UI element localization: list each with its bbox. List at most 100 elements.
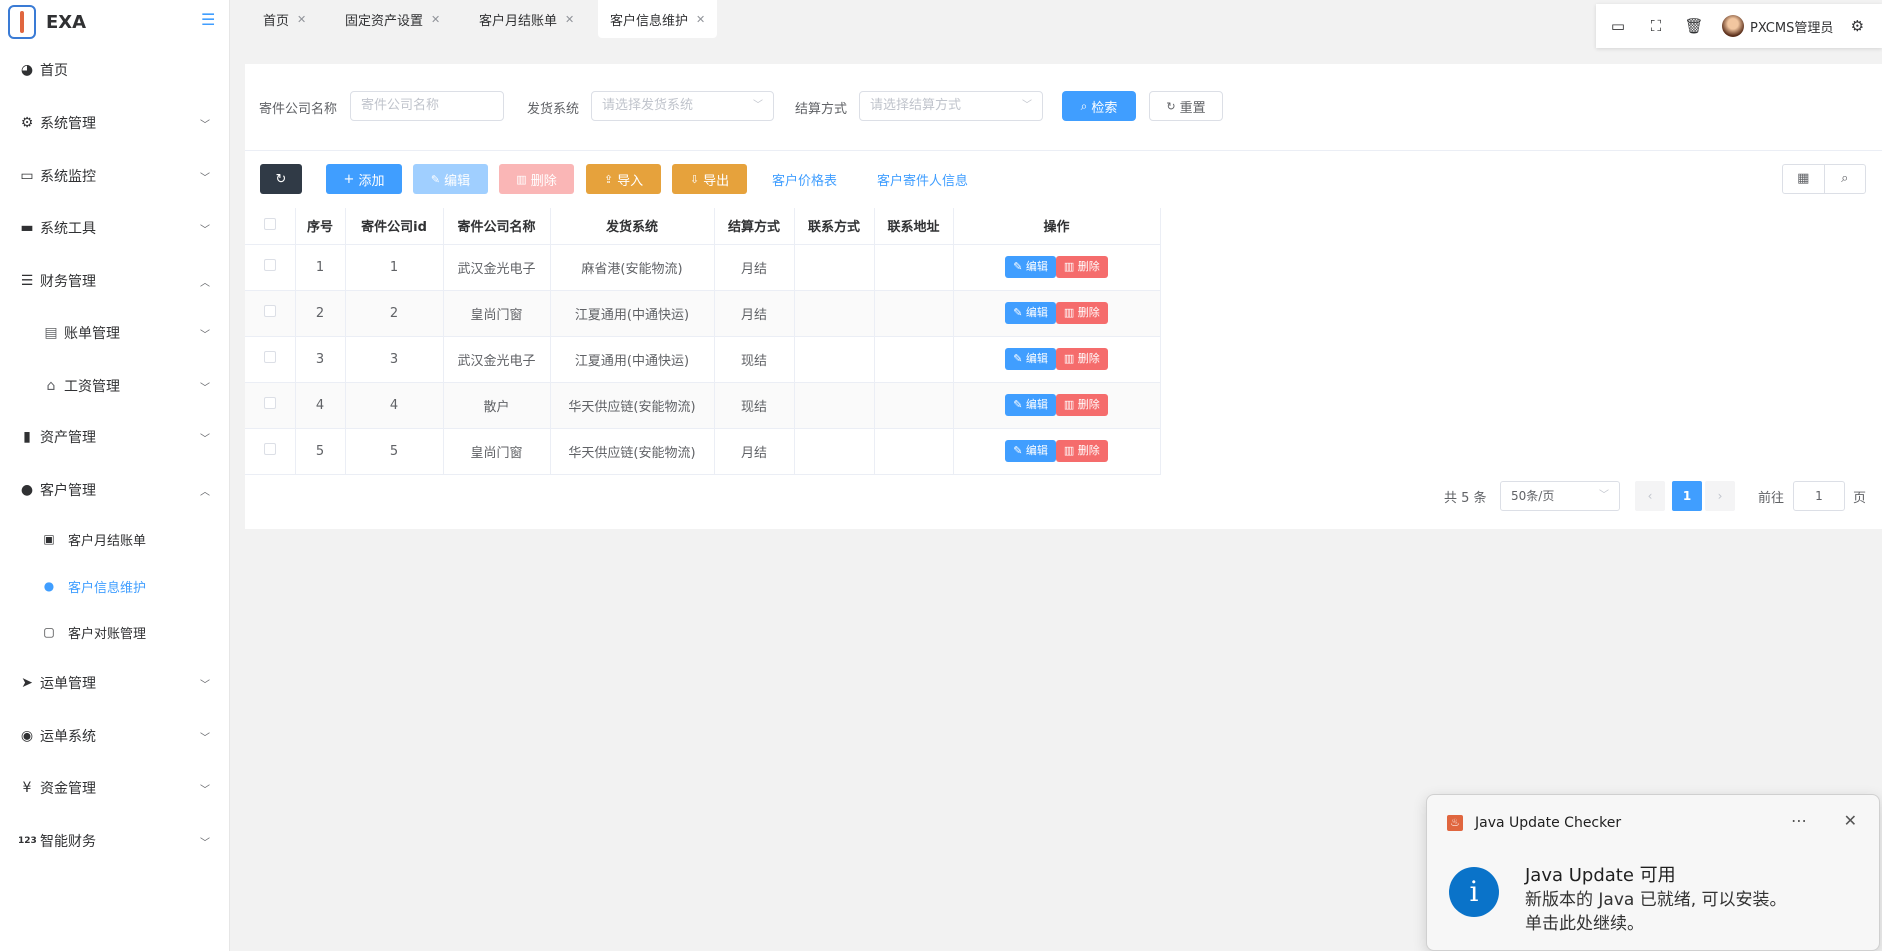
close-icon[interactable]: ✕ [565, 13, 574, 26]
row-delete-button[interactable]: ▥ 删除 [1055, 302, 1108, 324]
goto-page-input[interactable]: 1 [1793, 481, 1845, 511]
edit-button[interactable]: ✎ 编辑 [413, 164, 488, 194]
column-header[interactable]: 序号 [295, 208, 346, 245]
close-icon[interactable]: ✕ [297, 13, 306, 26]
yen-icon: ¥ [22, 780, 32, 796]
table-row[interactable]: 2 2 皇尚门窗 江夏通用(中通快运) 月结 ✎ 编辑 ▥ 删除 [245, 290, 1161, 337]
cell: 4 [295, 382, 346, 429]
column-header[interactable]: 联系地址 [874, 208, 954, 245]
column-header: 操作 [953, 208, 1161, 245]
checkbox[interactable] [263, 305, 276, 317]
row-edit-button[interactable]: ✎ 编辑 [1005, 256, 1056, 278]
tab-monthly-bill[interactable]: 客户月结账单 ✕ [467, 0, 586, 38]
menu-system-management[interactable]: ⚙ 系统管理 ﹀ [0, 97, 230, 149]
row-delete-button[interactable]: ▥ 删除 [1055, 394, 1108, 416]
column-header[interactable]: 发货系统 [550, 208, 715, 245]
grid-icon[interactable]: ▦ [1783, 165, 1825, 193]
menu-salary-management[interactable]: ⌂ 工资管理 ﹀ [0, 360, 230, 412]
delete-button[interactable]: ▥ 删除 [499, 164, 574, 194]
row-edit-button[interactable]: ✎ 编辑 [1005, 394, 1056, 416]
row-checkbox-cell[interactable] [245, 382, 296, 429]
menu-waybill-management[interactable]: ➤ 运单管理 ﹀ [0, 657, 230, 709]
menu-finance[interactable]: ☰ 财务管理 ︿ [0, 255, 230, 307]
page-size-select[interactable]: 50条/页 ﹀ [1500, 481, 1620, 511]
settings-icon[interactable]: ⚙ [1847, 16, 1867, 36]
cell: 散户 [443, 382, 551, 429]
row-edit-button[interactable]: ✎ 编辑 [1005, 302, 1056, 324]
collapse-sidebar-icon[interactable]: ☰ [201, 12, 219, 28]
row-edit-button[interactable]: ✎ 编辑 [1005, 348, 1056, 370]
import-button[interactable]: ⇪ 导入 [586, 164, 661, 194]
menu-waybill-system[interactable]: ◉ 运单系统 ﹀ [0, 710, 230, 762]
search-button[interactable]: ⌕ 检索 [1062, 91, 1136, 121]
row-delete-button[interactable]: ▥ 删除 [1055, 348, 1108, 370]
table-row[interactable]: 5 5 皇尚门窗 华天供应链(安能物流) 月结 ✎ 编辑 ▥ 删除 [245, 428, 1161, 475]
tab-fixed-assets[interactable]: 固定资产设置 ✕ [333, 0, 452, 38]
sender-info-link[interactable]: 客户寄件人信息 [877, 170, 968, 189]
column-header[interactable]: 结算方式 [714, 208, 795, 245]
table-row[interactable]: 4 4 散户 华天供应链(安能物流) 现结 ✎ 编辑 ▥ 删除 [245, 382, 1161, 429]
menu-system-tools[interactable]: ▬ 系统工具 ﹀ [0, 202, 230, 254]
more-options-icon[interactable]: ⋯ [1791, 811, 1807, 830]
chevron-down-icon: ﹀ [200, 837, 210, 849]
checkbox[interactable] [263, 443, 276, 455]
row-delete-button[interactable]: ▥ 删除 [1055, 256, 1108, 278]
column-header[interactable]: 寄件公司名称 [443, 208, 551, 245]
menu-bill-management[interactable]: ▤ 账单管理 ﹀ [0, 307, 230, 359]
reset-button[interactable]: ↻ 重置 [1149, 91, 1223, 121]
refresh-button[interactable]: ↻ [260, 164, 302, 194]
add-button[interactable]: + 添加 [326, 164, 402, 194]
page-number-button[interactable]: 1 [1672, 481, 1702, 511]
company-input[interactable]: 寄件公司名称 [350, 91, 504, 121]
prev-page-button[interactable]: ‹ [1635, 481, 1665, 511]
close-icon[interactable]: ✕ [431, 13, 440, 26]
next-page-button[interactable]: › [1705, 481, 1735, 511]
avatar[interactable] [1722, 15, 1744, 37]
settle-select[interactable]: 请选择结算方式 ﹀ [859, 91, 1043, 121]
select-all-checkbox[interactable] [245, 208, 296, 245]
row-delete-button[interactable]: ▥ 删除 [1055, 440, 1108, 462]
menu-fund-management[interactable]: ¥ 资金管理 ﹀ [0, 762, 230, 814]
table-row[interactable]: 1 1 武汉金光电子 麻省港(安能物流) 月结 ✎ 编辑 ▥ 删除 [245, 244, 1161, 291]
search-button-label: 检索 [1091, 100, 1118, 116]
system-select[interactable]: 请选择发货系统 ﹀ [591, 91, 774, 121]
menu-asset-management[interactable]: ▮ 资产管理 ﹀ [0, 411, 230, 463]
search-icon[interactable]: ⌕ [1825, 165, 1866, 193]
table-row[interactable]: 3 3 武汉金光电子 江夏通用(中通快运) 现结 ✎ 编辑 ▥ 删除 [245, 336, 1161, 383]
row-checkbox-cell[interactable] [245, 290, 296, 337]
fullscreen-icon[interactable]: ⛶ [1646, 16, 1666, 36]
column-header[interactable]: 寄件公司id [345, 208, 444, 245]
monitor-icon[interactable]: ▭ [1608, 16, 1628, 36]
close-icon[interactable]: ✕ [696, 13, 705, 26]
cell: 麻省港(安能物流) [550, 244, 715, 291]
close-icon[interactable]: ✕ [1844, 811, 1857, 830]
price-table-link[interactable]: 客户价格表 [772, 170, 837, 189]
java-update-notification[interactable]: ♨ Java Update Checker ⋯ ✕ i Java Update … [1426, 794, 1880, 951]
row-edit-button[interactable]: ✎ 编辑 [1005, 440, 1056, 462]
menu-customer-management[interactable]: ● 客户管理 ︿ [0, 464, 230, 516]
menu-customer-info[interactable]: ● 客户信息维护 [0, 563, 230, 609]
menu-smart-finance[interactable]: 123 智能财务 ﹀ [0, 815, 230, 867]
checkbox[interactable] [263, 259, 276, 271]
trash-icon[interactable]: 🗑 [1684, 16, 1704, 36]
chevron-down-icon: ﹀ [200, 784, 210, 796]
row-checkbox-cell[interactable] [245, 428, 296, 475]
checkbox[interactable] [263, 217, 276, 230]
username[interactable]: PXCMS管理员 [1750, 17, 1833, 36]
export-button[interactable]: ⇩ 导出 [672, 164, 747, 194]
menu-home[interactable]: ◕ 首页 [0, 44, 230, 96]
checkbox[interactable] [263, 397, 276, 409]
numbers-icon: 123 [18, 836, 37, 846]
checkbox[interactable] [263, 351, 276, 363]
menu-customer-monthly-bill[interactable]: ▣ 客户月结账单 [0, 516, 230, 562]
chevron-down-icon: ﹀ [1022, 100, 1032, 111]
cell [874, 336, 954, 383]
menu-system-monitor[interactable]: ▭ 系统监控 ﹀ [0, 150, 230, 202]
menu-customer-reconciliation[interactable]: ▢ 客户对账管理 [0, 609, 230, 655]
tab-home[interactable]: 首页 ✕ [251, 0, 318, 38]
row-checkbox-cell[interactable] [245, 244, 296, 291]
cell: 5 [295, 428, 346, 475]
tab-customer-info[interactable]: 客户信息维护 ✕ [598, 0, 718, 38]
row-checkbox-cell[interactable] [245, 336, 296, 383]
column-header[interactable]: 联系方式 [794, 208, 875, 245]
